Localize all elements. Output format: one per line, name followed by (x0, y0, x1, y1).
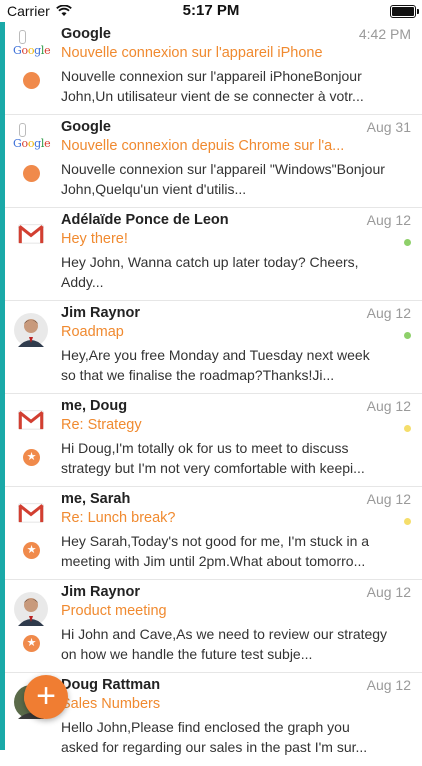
email-date: Aug 12 (366, 305, 411, 321)
email-subject: Product meeting (61, 603, 167, 619)
star-icon[interactable]: ★ (23, 542, 40, 559)
email-row[interactable]: Google Google 4:42 PM Nouvelle connexion… (5, 22, 422, 115)
sender-name: Google (61, 119, 111, 135)
gmail-icon (18, 410, 44, 430)
email-date: Aug 12 (366, 212, 411, 228)
email-subject: Re: Lunch break? (61, 510, 176, 526)
email-row[interactable]: Google Google Aug 31 Nouvelle connexion … (5, 115, 422, 208)
email-row[interactable]: Adélaïde Ponce de Leon Aug 12 Hey there!… (5, 208, 422, 301)
read-status-dot (404, 425, 411, 432)
gmail-icon (18, 224, 44, 244)
email-subject: Roadmap (61, 324, 124, 340)
plus-icon: + (36, 677, 56, 715)
email-preview: Hi Doug,I'm totally ok for us to meet to… (61, 440, 365, 476)
gmail-icon (18, 503, 44, 523)
sender-name: me, Doug (61, 398, 128, 414)
email-row[interactable]: ★ me, Doug Aug 12 Re: Strategy Hi Doug,I… (5, 394, 422, 487)
sender-name: Doug Rattman (61, 677, 161, 693)
sender-name: Google (61, 26, 111, 42)
unread-marker-icon (23, 72, 40, 89)
email-list[interactable]: Google Google 4:42 PM Nouvelle connexion… (5, 22, 422, 766)
status-bar: Carrier 5:17 PM (0, 0, 422, 22)
email-preview: Hey John, Wanna catch up later today? Ch… (61, 254, 359, 290)
email-row[interactable]: Doug Rattman Aug 12 Sales Numbers Hello … (5, 673, 422, 766)
email-date: Aug 12 (366, 491, 411, 507)
email-preview: Hey,Are you free Monday and Tuesday next… (61, 347, 370, 383)
attachment-icon (19, 30, 26, 44)
email-row[interactable]: Jim Raynor Aug 12 Roadmap Hey,Are you fr… (5, 301, 422, 394)
email-date: Aug 31 (366, 119, 411, 135)
email-subject: Hey there! (61, 231, 128, 247)
email-preview: Hi John and Cave,As we need to review ou… (61, 626, 388, 662)
sender-name: Jim Raynor (61, 305, 140, 321)
email-subject: Nouvelle connexion depuis Chrome sur l'a… (61, 138, 345, 154)
avatar (14, 592, 48, 626)
google-logo-icon: Google (13, 123, 51, 155)
email-subject: Sales Numbers (61, 696, 161, 712)
email-row[interactable]: ★ Jim Raynor Aug 12 Product meeting Hi J… (5, 580, 422, 673)
email-preview: Hello John,Please find enclosed the grap… (61, 719, 368, 755)
sender-name: me, Sarah (61, 491, 131, 507)
clock: 5:17 PM (182, 2, 240, 19)
read-status-dot (404, 239, 411, 246)
email-row[interactable]: ★ me, Sarah Aug 12 Re: Lunch break? Hey … (5, 487, 422, 580)
email-preview: Hey Sarah,Today's not good for me, I'm s… (61, 533, 370, 569)
read-status-dot (404, 332, 411, 339)
email-subject: Nouvelle connexion sur l'appareil iPhone (61, 45, 323, 61)
email-date: 4:42 PM (358, 26, 411, 42)
email-date: Aug 12 (366, 677, 411, 693)
battery-icon (390, 5, 419, 18)
email-date: Aug 12 (366, 584, 411, 600)
sender-name: Adélaïde Ponce de Leon (61, 212, 229, 228)
email-subject: Re: Strategy (61, 417, 142, 433)
email-preview: Nouvelle connexion sur l'appareil iPhone… (61, 68, 364, 104)
read-status-dot (404, 518, 411, 525)
email-preview: Nouvelle connexion sur l'appareil "Windo… (61, 161, 385, 197)
attachment-icon (19, 123, 26, 137)
sender-name: Jim Raynor (61, 584, 140, 600)
star-icon[interactable]: ★ (23, 635, 40, 652)
unread-marker-icon (23, 165, 40, 182)
email-date: Aug 12 (366, 398, 411, 414)
avatar (14, 313, 48, 347)
star-icon[interactable]: ★ (23, 449, 40, 466)
google-logo-icon: Google (13, 30, 51, 62)
compose-button[interactable]: + (24, 675, 68, 719)
